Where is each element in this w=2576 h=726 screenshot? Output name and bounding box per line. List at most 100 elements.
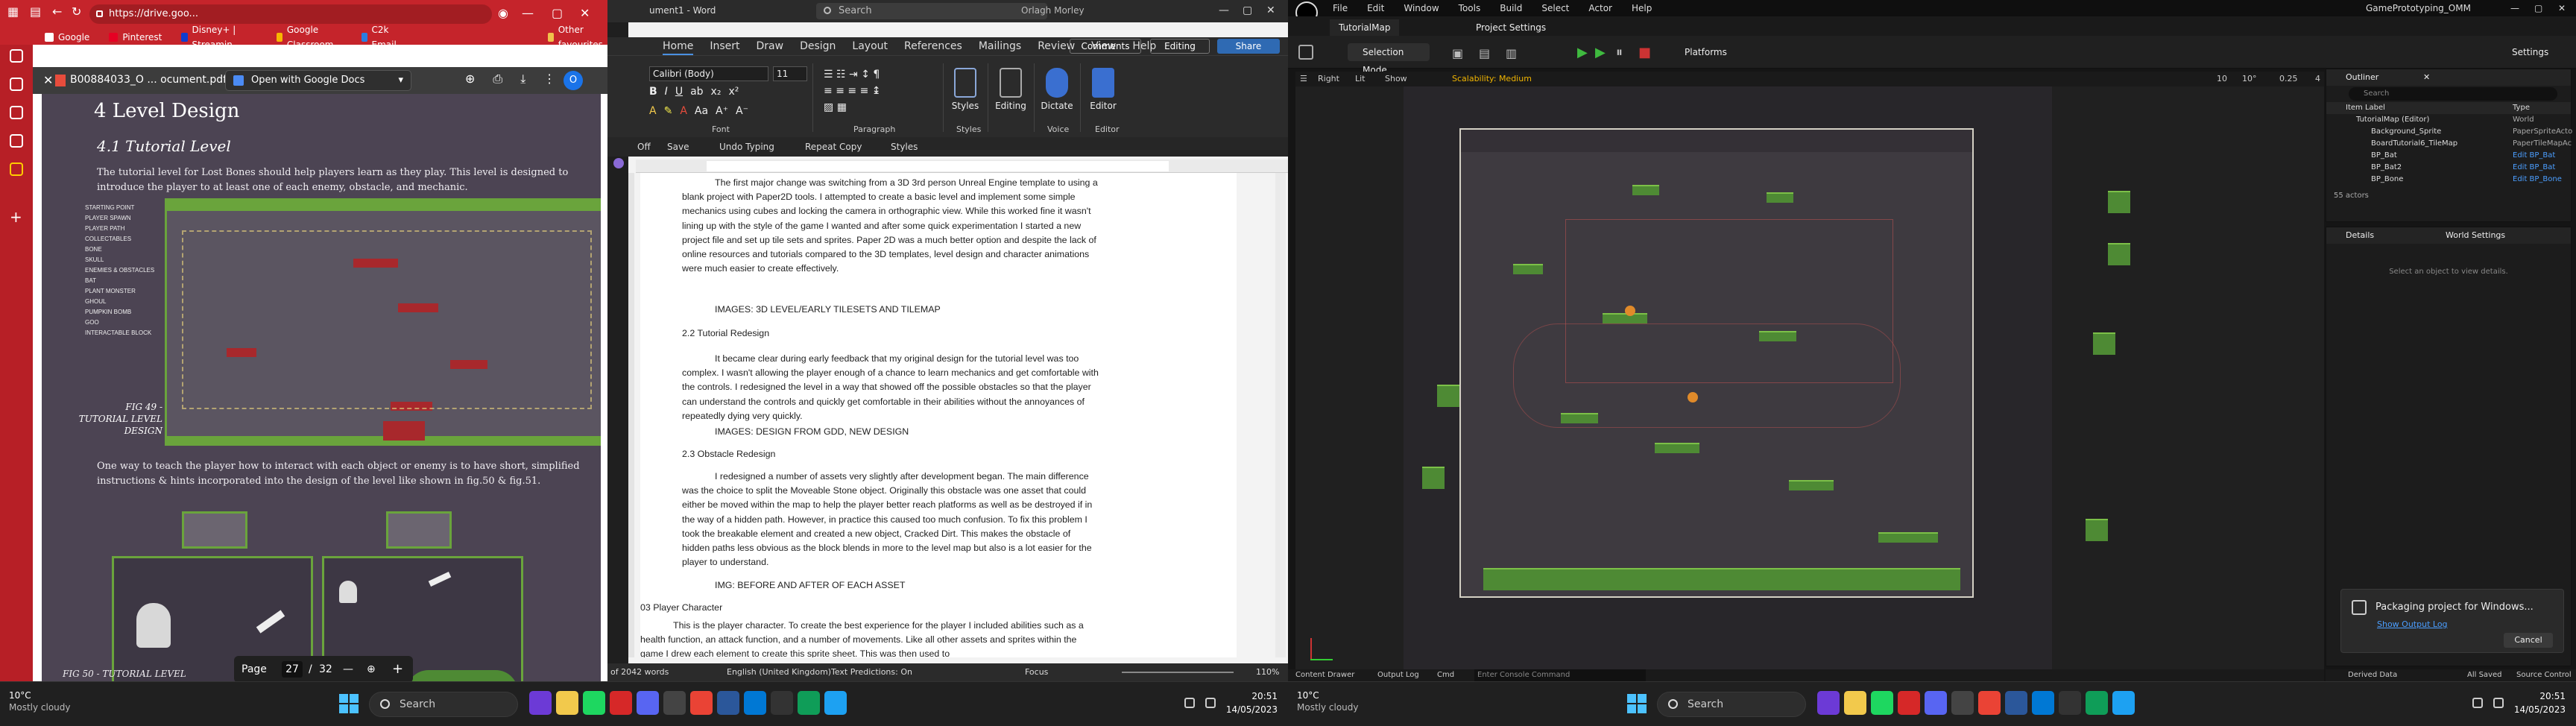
cancel-button[interactable]: Cancel: [2504, 633, 2553, 648]
world-settings-tab[interactable]: World Settings: [2446, 227, 2505, 244]
print-icon[interactable]: ⎙: [493, 72, 502, 86]
blueprint-icon[interactable]: ▤: [1479, 46, 1490, 60]
start-button[interactable]: [339, 694, 359, 713]
indent-icon[interactable]: ⇥: [849, 69, 858, 81]
source-control-button[interactable]: Source Control: [2516, 669, 2572, 681]
tab-project-settings[interactable]: Project Settings: [1467, 19, 1555, 36]
wifi-icon[interactable]: [2472, 698, 2483, 708]
output-log-button[interactable]: Output Log: [1377, 669, 1419, 681]
unreal-icon[interactable]: [771, 691, 793, 715]
taskbar-search[interactable]: Search: [369, 692, 518, 717]
menu-help[interactable]: Help: [1632, 0, 1652, 16]
minimize-icon[interactable]: —: [522, 6, 534, 20]
tab-home[interactable]: Home: [663, 37, 694, 55]
bookmark-pinterest[interactable]: Pinterest: [109, 30, 162, 45]
doc-para-3[interactable]: I redesigned a number of assets very sli…: [682, 470, 1099, 569]
cinematics-icon[interactable]: ▥: [1506, 46, 1517, 60]
menu-file[interactable]: File: [1333, 0, 1348, 16]
discord-icon[interactable]: [637, 691, 659, 715]
doc-heading-03[interactable]: 03 Player Character: [640, 602, 722, 613]
add-icon[interactable]: +: [10, 209, 23, 224]
weather-widget[interactable]: 10°C Mostly cloudy: [1297, 689, 1359, 713]
app-icon[interactable]: [798, 691, 820, 715]
sidebar-icon-3[interactable]: [10, 106, 23, 119]
content-drawer-button[interactable]: Content Drawer: [1295, 669, 1354, 681]
maximize-icon[interactable]: ▢: [552, 6, 563, 20]
unreal-icon[interactable]: [2059, 691, 2081, 715]
qat-repeat[interactable]: Repeat Copy: [805, 137, 862, 157]
shading-icon[interactable]: ▨: [824, 101, 833, 113]
doc-heading-2-2[interactable]: 2.2 Tutorial Redesign: [682, 328, 769, 338]
align-right-icon[interactable]: ≡: [847, 85, 856, 97]
app-icon[interactable]: [2086, 691, 2108, 715]
show-output-log-link[interactable]: Show Output Log: [2377, 619, 2448, 629]
menu-edit[interactable]: Edit: [1367, 0, 1384, 16]
font-color-icon[interactable]: A: [680, 105, 687, 117]
tab-references[interactable]: References: [904, 37, 962, 55]
address-bar[interactable]: https://drive.goo...: [89, 4, 492, 24]
app-icon[interactable]: [824, 691, 847, 715]
qat-styles[interactable]: Styles: [891, 137, 918, 157]
italic-button[interactable]: I: [665, 86, 668, 98]
word-icon[interactable]: [2005, 691, 2027, 715]
app-icon[interactable]: [1817, 691, 1840, 715]
save-icon[interactable]: [1298, 45, 1313, 60]
zoom-in-button[interactable]: +: [392, 656, 403, 683]
outliner-row-bat[interactable]: BP_Bat Edit BP_Bat: [2326, 150, 2571, 162]
chrome-icon[interactable]: [1978, 691, 2001, 715]
bookmark-classroom[interactable]: Google Classroom: [276, 25, 342, 50]
vertical-scrollbar[interactable]: [1275, 173, 1286, 657]
app-icon[interactable]: [1951, 691, 1974, 715]
taskbar-search[interactable]: Search: [1657, 692, 1806, 717]
focus-button[interactable]: Focus: [1025, 663, 1048, 681]
styles-button[interactable]: Styles: [947, 68, 984, 111]
font-size-select[interactable]: 11: [773, 66, 807, 81]
details-tab[interactable]: Details: [2346, 230, 2374, 240]
outliner-row-bone[interactable]: BP_Bone Edit BP_Bone: [2326, 174, 2571, 186]
highlight-icon[interactable]: ✎: [664, 105, 673, 117]
console-input[interactable]: Enter Console Command: [1474, 669, 1646, 681]
maximize-icon[interactable]: ▢: [2534, 3, 2542, 13]
autosave-toggle[interactable]: Off: [637, 137, 651, 157]
explorer-icon[interactable]: [1844, 691, 1866, 715]
profile-icon[interactable]: ◉: [498, 6, 508, 20]
zoom-level[interactable]: 110%: [1256, 663, 1279, 681]
subscript-icon[interactable]: x₂: [711, 86, 722, 98]
shrink-font-icon[interactable]: A⁻: [736, 105, 748, 117]
word-search[interactable]: Search: [816, 3, 1047, 19]
outliner-row-world[interactable]: TutorialMap (Editor) World: [2326, 114, 2571, 126]
sidebar-icon-4[interactable]: [10, 134, 23, 148]
doc-img-note-2[interactable]: IMAGES: DESIGN FROM GDD, NEW DESIGN: [715, 426, 909, 437]
bookmark-disney[interactable]: Disney+ | Streamin...: [181, 25, 256, 50]
close-tab-icon[interactable]: ✕: [2423, 69, 2430, 86]
grid-snap[interactable]: 10: [2217, 72, 2227, 86]
stop-icon[interactable]: ■: [1638, 45, 1651, 60]
superscript-icon[interactable]: x²: [728, 86, 739, 98]
wifi-icon[interactable]: [1184, 698, 1195, 708]
derived-data-button[interactable]: Derived Data: [2348, 669, 2397, 681]
language-status[interactable]: English (United Kingdom): [727, 663, 831, 681]
sidebar-icon-5[interactable]: [10, 162, 23, 176]
menu-select[interactable]: Select: [1541, 0, 1569, 16]
outliner-search[interactable]: Search: [2349, 87, 2557, 101]
start-button[interactable]: [1627, 694, 1647, 713]
edge-icon[interactable]: [744, 691, 766, 715]
content-icon[interactable]: ▣: [1452, 46, 1463, 60]
download-icon[interactable]: ⤓: [520, 72, 525, 86]
sort-icon[interactable]: ↕: [861, 69, 870, 81]
doc-heading-2-3[interactable]: 2.3 Obstacle Redesign: [682, 449, 775, 459]
align-center-icon[interactable]: ≡: [836, 85, 845, 97]
zoom-out-button[interactable]: —: [343, 656, 353, 683]
doc-para-4[interactable]: This is the player character. To create …: [640, 619, 1087, 657]
vertical-tabs-icon[interactable]: ▤: [30, 4, 41, 19]
strikethrough-icon[interactable]: ab: [690, 86, 703, 98]
maximize-icon[interactable]: ▢: [1243, 4, 1252, 16]
step-icon[interactable]: ▶: [1595, 45, 1606, 60]
editing-button[interactable]: Editing: [992, 68, 1029, 111]
volume-icon[interactable]: [2493, 698, 2504, 708]
align-left-icon[interactable]: ≡: [824, 85, 833, 97]
editor-button[interactable]: Editor: [1085, 68, 1122, 111]
tab-mailings[interactable]: Mailings: [979, 37, 1021, 55]
edge-icon[interactable]: [2032, 691, 2054, 715]
underline-button[interactable]: U: [675, 86, 683, 98]
